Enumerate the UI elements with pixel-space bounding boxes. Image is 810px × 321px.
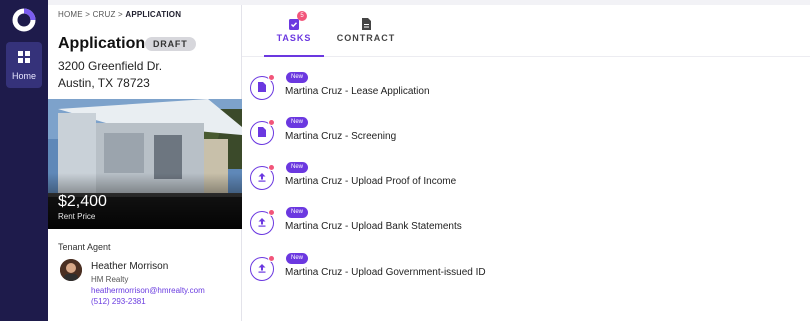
new-badge: New xyxy=(286,162,309,173)
task-name: Martina Cruz - Upload Government-issued … xyxy=(285,267,486,278)
tab-label: TASKS xyxy=(276,33,312,43)
task-item[interactable]: New Martina Cruz - Upload Proof of Incom… xyxy=(250,162,790,198)
new-badge: New xyxy=(286,117,309,128)
application-detail-panel: HOME > CRUZ > APPLICATION Application DR… xyxy=(48,5,242,321)
nav-rail: Home xyxy=(0,0,48,321)
nav-item-home[interactable]: Home xyxy=(6,42,42,88)
agent-company: HM Realty xyxy=(91,275,129,284)
agent-name: Heather Morrison xyxy=(91,261,169,272)
tab-bar: 5 TASKS CONTRACT xyxy=(242,5,810,57)
upload-icon xyxy=(257,260,267,278)
document-icon xyxy=(360,17,372,30)
rent-price-label: Rent Price xyxy=(58,212,96,221)
unread-dot xyxy=(268,209,275,216)
tab-tasks[interactable]: 5 TASKS xyxy=(264,5,324,57)
unread-dot xyxy=(268,164,275,171)
clipboard-check-icon: 5 xyxy=(288,11,307,30)
address-line-1: 3200 Greenfield Dr. xyxy=(58,59,163,73)
tab-label: CONTRACT xyxy=(336,33,396,43)
task-item[interactable]: New Martina Cruz - Upload Government-iss… xyxy=(250,253,790,289)
breadcrumb: HOME > CRUZ > APPLICATION xyxy=(58,10,181,19)
rent-price: $2,400 xyxy=(58,193,107,210)
task-item[interactable]: New Martina Cruz - Screening xyxy=(250,117,790,153)
agent-heading: Tenant Agent xyxy=(58,242,111,252)
unread-dot xyxy=(268,74,275,81)
new-badge: New xyxy=(286,207,309,218)
app-window: Home HOME > CRUZ > APPLICATION Applicati… xyxy=(0,0,810,321)
page-title: Application xyxy=(58,35,146,52)
new-badge: New xyxy=(286,253,309,264)
unread-dot xyxy=(268,119,275,126)
breadcrumb-separator: > xyxy=(85,10,91,19)
grid-icon xyxy=(18,50,30,68)
document-icon xyxy=(257,79,267,97)
task-item[interactable]: New Martina Cruz - Lease Application xyxy=(250,72,790,108)
breadcrumb-cruz[interactable]: CRUZ xyxy=(93,10,116,19)
new-badge: New xyxy=(286,72,309,83)
breadcrumb-current: APPLICATION xyxy=(125,10,182,19)
task-item[interactable]: New Martina Cruz - Upload Bank Statement… xyxy=(250,207,790,243)
task-name: Martina Cruz - Lease Application xyxy=(285,86,430,97)
unread-dot xyxy=(268,255,275,262)
avatar xyxy=(60,259,82,281)
tab-contract[interactable]: CONTRACT xyxy=(336,5,396,57)
status-badge: DRAFT xyxy=(145,37,196,51)
task-name: Martina Cruz - Screening xyxy=(285,131,397,142)
address-line-2: Austin, TX 78723 xyxy=(58,76,150,90)
agent-phone-link[interactable]: (512) 293-2381 xyxy=(91,297,146,306)
breadcrumb-separator: > xyxy=(118,10,123,19)
ring-logo-icon[interactable] xyxy=(9,5,39,35)
task-name: Martina Cruz - Upload Proof of Income xyxy=(285,176,457,187)
document-icon xyxy=(257,124,267,142)
task-name: Martina Cruz - Upload Bank Statements xyxy=(285,221,462,232)
agent-email-link[interactable]: heathermorrison@hmrealty.com xyxy=(91,286,205,295)
tasks-pane: 5 TASKS CONTRACT New Martina Cruz - Leas… xyxy=(242,5,810,321)
breadcrumb-home[interactable]: HOME xyxy=(58,10,83,19)
nav-item-label: Home xyxy=(11,70,36,81)
upload-icon xyxy=(257,169,267,187)
task-count-badge: 5 xyxy=(297,11,307,21)
upload-icon xyxy=(257,214,267,232)
